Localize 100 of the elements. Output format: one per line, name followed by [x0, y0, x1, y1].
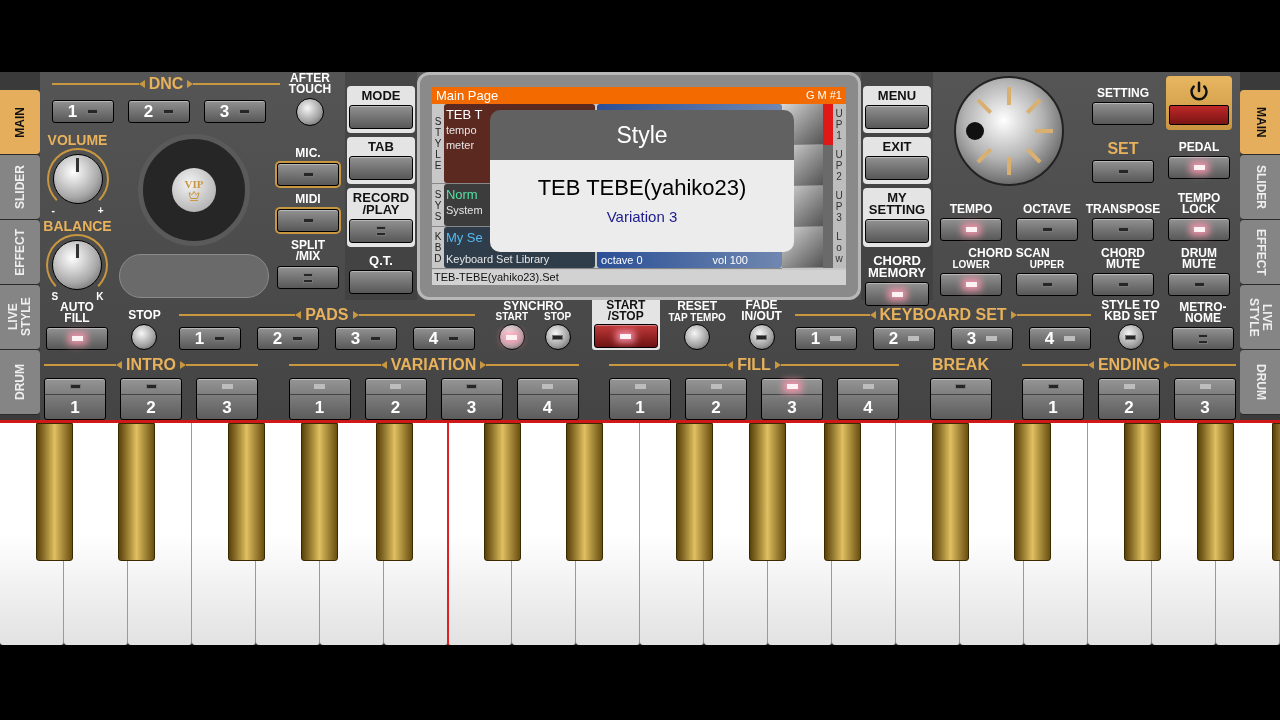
pattern-button[interactable]: 2 [120, 378, 182, 420]
panel-button[interactable] [46, 327, 108, 350]
knob[interactable] [1117, 324, 1144, 350]
panel-button[interactable]: 4 [1029, 327, 1092, 350]
knob[interactable] [296, 98, 324, 126]
panel-button[interactable] [1092, 102, 1154, 125]
side-tab[interactable]: LIVE STYLE [1240, 285, 1280, 350]
panel-button[interactable] [940, 218, 1002, 241]
panel-button[interactable]: 4 [412, 327, 475, 350]
side-tab[interactable]: DRUM [1240, 350, 1280, 415]
control-label: MIDI [295, 194, 321, 205]
pattern-button[interactable]: 1 [288, 378, 351, 420]
power-button[interactable] [1166, 76, 1232, 130]
panel-button[interactable]: 2 [128, 100, 190, 123]
pattern-button[interactable]: 1 [609, 378, 671, 420]
control-label: SETTING [1097, 88, 1149, 99]
control-label: MIC. [295, 148, 321, 159]
piano-keyboard-drawing[interactable] [0, 420, 1280, 645]
control-label: TAB [368, 141, 394, 153]
pattern-button[interactable]: 3 [196, 378, 258, 420]
panel-button[interactable]: 2 [873, 327, 936, 350]
panel-button[interactable] [1168, 273, 1230, 296]
pattern-button[interactable]: 4 [516, 378, 579, 420]
panel-button[interactable] [1016, 273, 1078, 296]
panel-button[interactable] [1016, 218, 1078, 241]
pattern-button[interactable] [929, 378, 992, 420]
panel-button[interactable] [865, 105, 929, 129]
part-tab[interactable]: UP3 [823, 186, 846, 227]
panel-button[interactable] [865, 282, 929, 306]
pattern-button[interactable]: 4 [837, 378, 899, 420]
panel-button[interactable] [1168, 218, 1230, 241]
section-text: Keyboard Set Library [445, 252, 550, 267]
knob[interactable] [684, 324, 711, 350]
pattern-button[interactable]: 3 [761, 378, 823, 420]
panel-button[interactable] [865, 156, 929, 180]
panel-button[interactable]: 1 [795, 327, 858, 350]
control-label: TEMPO LOCK [1177, 193, 1221, 215]
dialog-style-name: TEB TEBE(yahiko23) [537, 176, 747, 200]
section-title: TEB T [445, 106, 483, 123]
panel-button[interactable]: 3 [951, 327, 1014, 350]
part-tab[interactable]: UP1 [823, 104, 846, 145]
control-label: BALANCE [43, 218, 112, 234]
panel-button[interactable] [277, 209, 339, 232]
pattern-button[interactable]: 3 [440, 378, 503, 420]
knob[interactable] [544, 324, 571, 350]
side-tab[interactable]: EFFECT [0, 220, 40, 285]
panel-button[interactable] [593, 324, 658, 348]
side-tab[interactable]: EFFECT [1240, 220, 1280, 285]
panel-button[interactable] [1171, 327, 1234, 350]
crown-icon [188, 189, 200, 202]
side-tab[interactable]: DRUM [0, 350, 40, 415]
section-title: Norm [445, 186, 478, 203]
section-text: System [445, 203, 483, 218]
section-rule [1022, 361, 1094, 369]
control-label: RECORD /PLAY [352, 192, 410, 216]
pattern-button[interactable]: 1 [44, 378, 106, 420]
panel-button[interactable] [277, 163, 339, 186]
panel-button[interactable] [940, 273, 1002, 296]
dial-knob[interactable] [953, 75, 1065, 187]
control-label: AUTO FILL [60, 302, 94, 324]
panel-button[interactable]: 3 [334, 327, 397, 350]
section-letters: STYLE [433, 116, 443, 171]
side-tab[interactable]: MAIN [0, 90, 40, 155]
part-tab[interactable]: UP2 [823, 145, 846, 186]
pattern-button[interactable]: 2 [685, 378, 747, 420]
panel-button[interactable] [1168, 156, 1230, 179]
control-label: STOP [544, 312, 572, 322]
knob[interactable] [131, 324, 158, 350]
control-label: FADE IN/OUT [741, 300, 782, 322]
side-tab[interactable]: SLIDER [1240, 155, 1280, 220]
pattern-button[interactable]: 2 [1098, 378, 1160, 420]
panel-button[interactable] [349, 105, 413, 129]
panel-button[interactable] [277, 266, 339, 289]
control-label: MY SETTING [868, 192, 926, 216]
octave-text: octave 0 [601, 254, 643, 267]
side-tab[interactable]: SLIDER [0, 155, 40, 220]
control-label: EXIT [882, 141, 912, 153]
panel-button[interactable] [1092, 160, 1154, 183]
panel-button[interactable] [349, 270, 413, 294]
knob[interactable] [748, 324, 775, 350]
control-label: MODE [361, 90, 401, 102]
panel-button[interactable] [349, 219, 413, 243]
panel-button[interactable] [1092, 218, 1154, 241]
panel-button[interactable] [1092, 273, 1154, 296]
pattern-button[interactable]: 2 [364, 378, 427, 420]
side-tab[interactable]: MAIN [1240, 90, 1280, 155]
dialog-title: Style [616, 120, 668, 150]
panel-button[interactable]: 1 [52, 100, 114, 123]
side-tab[interactable]: LIVE STYLE [0, 285, 40, 350]
panel-button[interactable] [865, 219, 929, 243]
bank-label: G M #1 [805, 90, 842, 101]
knob[interactable] [498, 324, 525, 350]
pattern-button[interactable]: 1 [1022, 378, 1084, 420]
panel-button[interactable]: 2 [256, 327, 319, 350]
panel-button[interactable]: 1 [178, 327, 241, 350]
part-tab[interactable]: Low [823, 227, 846, 268]
panel-button[interactable] [349, 156, 413, 180]
panel-button[interactable]: 3 [204, 100, 266, 123]
section-title: ENDING [1097, 357, 1161, 373]
pattern-button[interactable]: 3 [1174, 378, 1236, 420]
